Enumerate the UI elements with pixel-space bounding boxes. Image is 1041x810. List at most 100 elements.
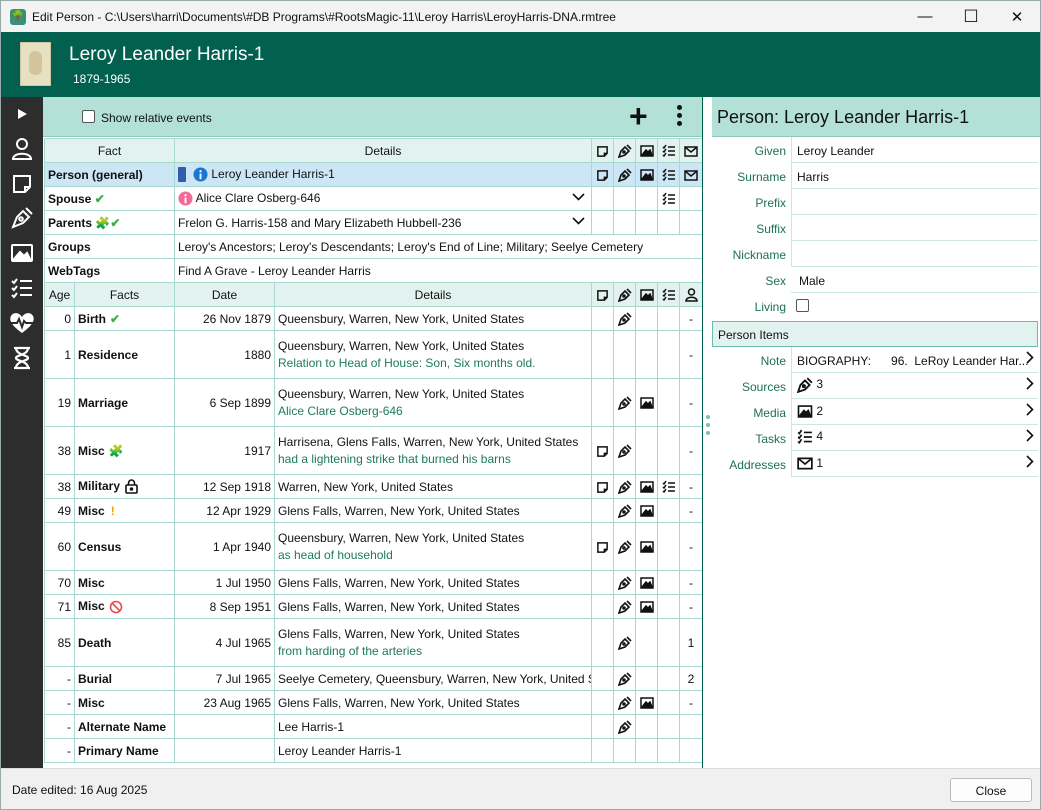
- citation-icon[interactable]: [613, 522, 636, 571]
- media-icon[interactable]: [635, 162, 658, 187]
- media-icon[interactable]: [1, 236, 43, 270]
- maximize-button[interactable]: ☐: [948, 1, 994, 32]
- sources-item-row[interactable]: Sources 3: [712, 373, 1040, 399]
- parents-row[interactable]: Parents 🧩✔ Frelon G. Harris-158 and Mary…: [44, 210, 703, 235]
- details-column-header[interactable]: Details: [174, 138, 592, 163]
- event-row[interactable]: 19 Marriage 6 Sep 1899 Queensbury, Warren, …: [44, 378, 703, 427]
- citation-icon[interactable]: [613, 570, 636, 595]
- citation-icon[interactable]: [613, 426, 636, 475]
- spouse-row[interactable]: Spouse ✔ Alice Clare Osberg-646: [44, 186, 703, 211]
- note-icon[interactable]: [591, 474, 614, 499]
- note-icon[interactable]: [591, 162, 614, 187]
- event-row[interactable]: 38 Misc 🧩 1917 Harrisena, Glens Falls, Warre…: [44, 426, 703, 475]
- event-row[interactable]: 60 Census 1 Apr 1940 Queensbury, Warren, Ne…: [44, 522, 703, 571]
- tasks-item-row[interactable]: Tasks 4: [712, 425, 1040, 451]
- date-column-header[interactable]: Date: [174, 282, 275, 307]
- citation-icon[interactable]: [613, 594, 636, 619]
- citation-icon[interactable]: [613, 306, 636, 331]
- chevron-right-icon[interactable]: [1026, 403, 1034, 419]
- splitter-grip-icon[interactable]: [706, 415, 710, 441]
- chevron-right-icon[interactable]: [1026, 377, 1034, 393]
- show-relative-events-checkbox[interactable]: [82, 110, 95, 123]
- citation-icon[interactable]: [613, 162, 636, 187]
- fact-column-header[interactable]: Fact: [44, 138, 175, 163]
- close-button[interactable]: Close: [950, 778, 1032, 802]
- fact-detail[interactable]: Find A Grave - Leroy Leander Harris: [174, 258, 703, 283]
- panel-splitter[interactable]: [702, 97, 712, 768]
- person-photo[interactable]: [20, 42, 51, 86]
- sex-select[interactable]: Male: [791, 267, 1038, 293]
- note-icon[interactable]: [591, 426, 614, 475]
- close-window-button[interactable]: ✕: [994, 1, 1040, 32]
- citation-icon[interactable]: [613, 498, 636, 523]
- note-value[interactable]: BIOGRAPHY: 96. LeRoy Leander Har...: [791, 347, 1038, 373]
- more-options-button[interactable]: [673, 103, 685, 131]
- nickname-input[interactable]: [791, 241, 1038, 267]
- event-row[interactable]: - Primary Name Leroy Leander Harris-1: [44, 738, 703, 763]
- media-value[interactable]: 2: [791, 399, 1038, 425]
- event-row[interactable]: 0 Birth ✔ 26 Nov 1879 Queensbury, Warren, Ne…: [44, 306, 703, 331]
- media-item-row[interactable]: Media 2: [712, 399, 1040, 425]
- fact-detail[interactable]: Alice Clare Osberg-646: [174, 186, 592, 211]
- prefix-input[interactable]: [791, 189, 1038, 215]
- groups-row[interactable]: Groups Leroy's Ancestors; Leroy's Descen…: [44, 234, 703, 259]
- chevron-down-icon[interactable]: [572, 192, 585, 204]
- task-icon[interactable]: [657, 186, 680, 211]
- living-checkbox[interactable]: [796, 299, 809, 312]
- person-icon[interactable]: [1, 132, 43, 166]
- event-row[interactable]: 71 Misc 8 Sep 1951 Glens Falls, Warren, New…: [44, 594, 703, 619]
- fact-detail[interactable]: Frelon G. Harris-158 and Mary Elizabeth …: [174, 210, 592, 235]
- citation-pen-icon[interactable]: [1, 201, 43, 235]
- details-column-header[interactable]: Details: [274, 282, 592, 307]
- chevron-down-icon[interactable]: [572, 216, 585, 228]
- task-list-icon[interactable]: [1, 271, 43, 305]
- chevron-right-icon[interactable]: [1026, 351, 1034, 367]
- surname-input[interactable]: Harris: [791, 163, 1038, 189]
- expand-arrow-icon[interactable]: [1, 97, 43, 131]
- media-icon[interactable]: [635, 690, 658, 715]
- facts-column-header[interactable]: Facts: [74, 282, 175, 307]
- task-icon[interactable]: [657, 162, 680, 187]
- event-row[interactable]: 38 Military 12 Sep 1918 Warren, New York, U…: [44, 474, 703, 499]
- media-icon[interactable]: [635, 522, 658, 571]
- citation-icon[interactable]: [613, 618, 636, 667]
- tasks-value[interactable]: 4: [791, 425, 1038, 451]
- citation-icon[interactable]: [613, 666, 636, 691]
- chevron-right-icon[interactable]: [1026, 429, 1034, 445]
- event-row[interactable]: - Burial 7 Jul 1965 Seelye Cemetery, Queens…: [44, 666, 703, 691]
- media-icon[interactable]: [635, 594, 658, 619]
- given-input[interactable]: Leroy Leander: [791, 137, 1038, 163]
- fact-detail[interactable]: Leroy's Ancestors; Leroy's Descendants; …: [174, 234, 703, 259]
- event-row[interactable]: - Misc 23 Aug 1965 Glens Falls, Warren, New…: [44, 690, 703, 715]
- note-icon[interactable]: [591, 522, 614, 571]
- citation-icon[interactable]: [613, 690, 636, 715]
- event-row[interactable]: 85 Death 4 Jul 1965 Glens Falls, Warren, Ne…: [44, 618, 703, 667]
- person-general-row[interactable]: Person (general) Leroy Leander Harris-1: [44, 162, 703, 187]
- media-icon[interactable]: [635, 474, 658, 499]
- add-fact-button[interactable]: +: [629, 99, 648, 133]
- chevron-right-icon[interactable]: [1026, 455, 1034, 471]
- suffix-input[interactable]: [791, 215, 1038, 241]
- event-row[interactable]: 70 Misc 1 Jul 1950 Glens Falls, Warren, New…: [44, 570, 703, 595]
- media-icon[interactable]: [635, 498, 658, 523]
- event-row[interactable]: 49 Misc! 12 Apr 1929 Glens Falls, Warren, N…: [44, 498, 703, 523]
- addresses-item-row[interactable]: Addresses 1: [712, 451, 1040, 477]
- address-icon[interactable]: [679, 162, 703, 187]
- media-icon[interactable]: [635, 570, 658, 595]
- addresses-value[interactable]: 1: [791, 451, 1038, 477]
- hourglass-icon[interactable]: [1, 341, 43, 375]
- event-row[interactable]: 1 Residence 1880 Queensbury, Warren, New Yo…: [44, 330, 703, 379]
- note-icon[interactable]: [1, 167, 43, 201]
- health-heart-icon[interactable]: [1, 306, 43, 340]
- note-item-row[interactable]: Note BIOGRAPHY: 96. LeRoy Leander Har...: [712, 347, 1040, 373]
- age-column-header[interactable]: Age: [44, 282, 75, 307]
- minimize-button[interactable]: —: [902, 1, 948, 32]
- sources-value[interactable]: 3: [791, 373, 1038, 399]
- task-icon[interactable]: [657, 474, 680, 499]
- citation-icon[interactable]: [613, 714, 636, 739]
- event-row[interactable]: - Alternate Name Lee Harris-1: [44, 714, 703, 739]
- citation-icon[interactable]: [613, 474, 636, 499]
- webtags-row[interactable]: WebTags Find A Grave - Leroy Leander Har…: [44, 258, 703, 283]
- citation-icon[interactable]: [613, 378, 636, 427]
- media-icon[interactable]: [635, 378, 658, 427]
